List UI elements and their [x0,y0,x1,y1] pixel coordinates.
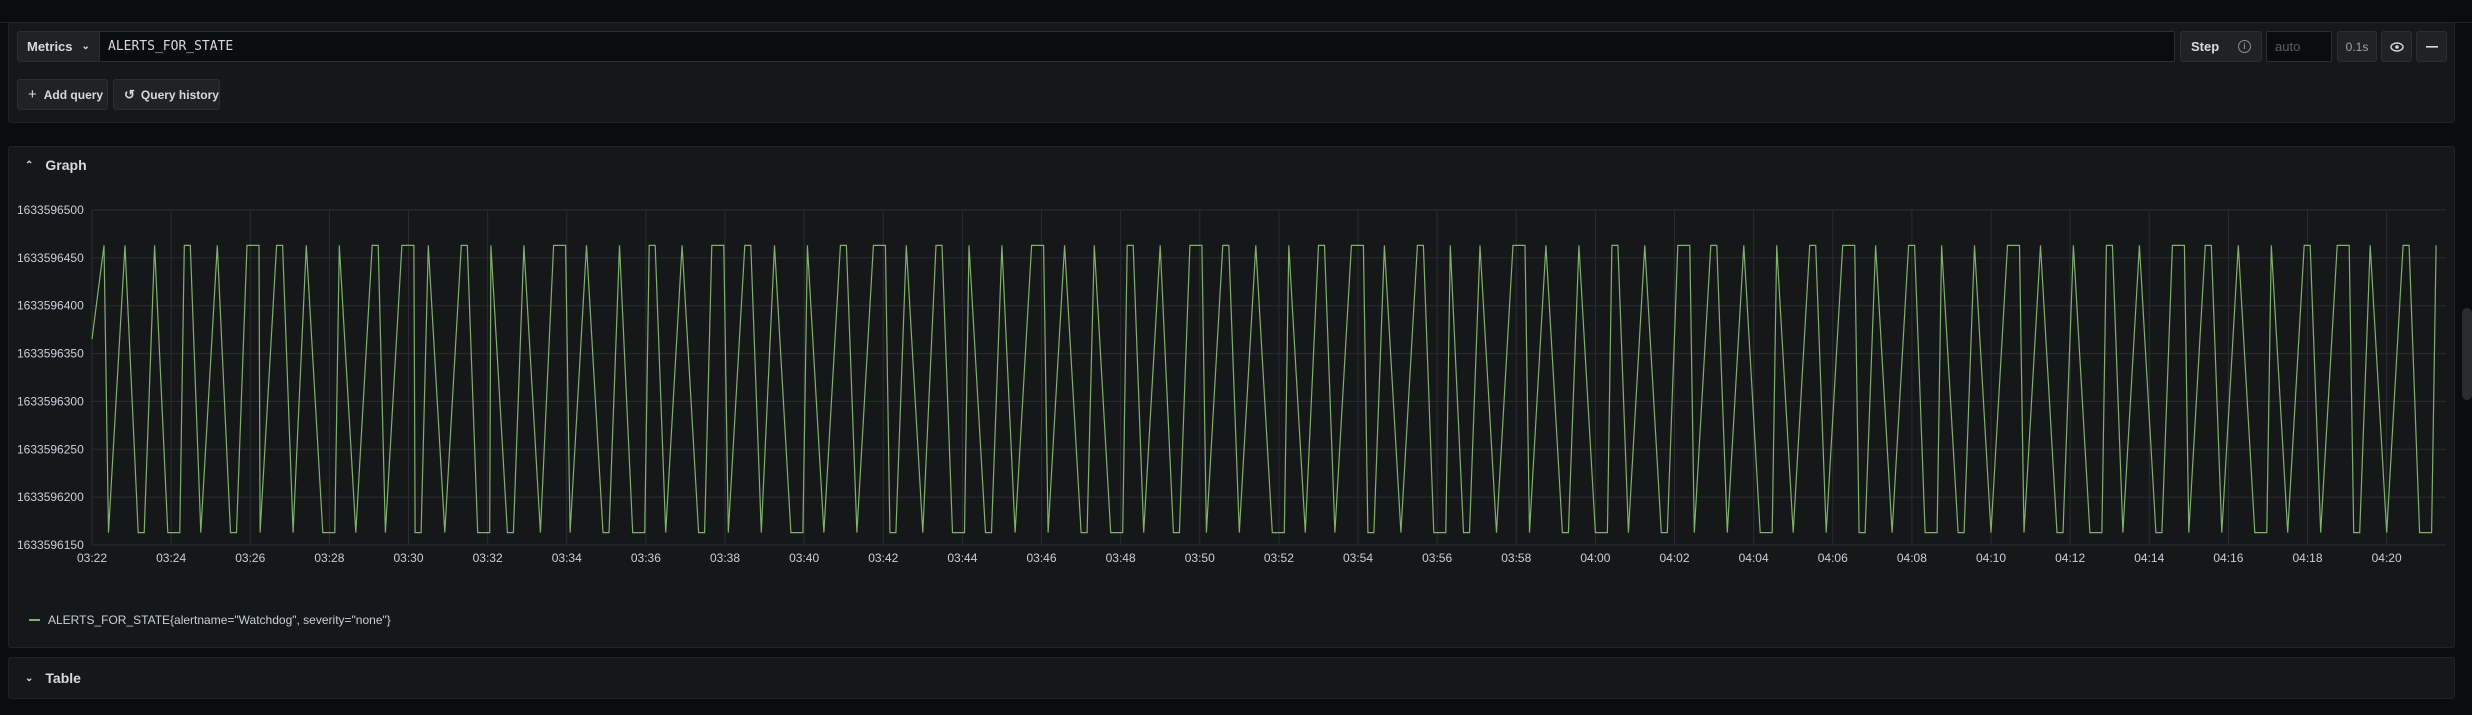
legend-label: ALERTS_FOR_STATE{alertname="Watchdog", s… [48,613,391,627]
x-tick-label: 03:38 [710,551,740,565]
x-tick-label: 04:12 [2055,551,2085,565]
query-input[interactable]: ALERTS_FOR_STATE [99,31,2175,62]
x-tick-label: 04:14 [2134,551,2164,565]
step-label: Step [2191,39,2220,54]
x-tick-label: 03:50 [1185,551,1215,565]
x-tick-label: 04:20 [2372,551,2402,565]
x-tick-label: 03:28 [314,551,344,565]
eye-icon [2389,41,2404,52]
legend-swatch [29,619,40,621]
x-tick-label: 03:54 [1343,551,1373,565]
query-history-button[interactable]: ↺ Query history [113,79,220,110]
x-tick-label: 03:22 [77,551,107,565]
y-tick-label: 1633596500 [17,203,84,217]
y-tick-label: 1633596400 [17,299,84,313]
chevron-down-icon: ⌄ [81,41,90,52]
table-panel: ⌄ Table [8,657,2455,699]
x-tick-label: 03:56 [1422,551,1452,565]
x-tick-label: 03:34 [552,551,582,565]
x-tick-label: 04:00 [1580,551,1610,565]
x-tick-label: 03:44 [947,551,977,565]
x-tick-label: 03:46 [1026,551,1056,565]
y-tick-label: 1633596450 [17,251,84,265]
query-time-badge: 0.1s [2337,31,2377,62]
x-tick-label: 03:40 [789,551,819,565]
x-tick-label: 04:06 [1818,551,1848,565]
x-tick-label: 03:58 [1501,551,1531,565]
x-tick-label: 03:36 [631,551,661,565]
plus-icon: + [28,86,37,103]
remove-query-button[interactable] [2416,31,2447,62]
x-tick-label: 03:26 [235,551,265,565]
x-tick-label: 04:18 [2293,551,2323,565]
step-input[interactable]: auto [2266,31,2332,62]
query-editor-panel: Metrics ⌄ ALERTS_FOR_STATE Step i auto 0… [8,22,2455,123]
y-tick-label: 1633596350 [17,347,84,361]
x-tick-label: 04:02 [1660,551,1690,565]
info-icon[interactable]: i [2238,40,2251,53]
chevron-down-icon: ⌄ [25,672,34,684]
metrics-label: Metrics [27,39,73,54]
x-tick-label: 03:32 [473,551,503,565]
graph-panel: ⌃ Graph 1633596150 1633596200 1633596250 16… [8,146,2455,648]
metrics-dropdown-button[interactable]: Metrics ⌄ [17,31,102,62]
x-tick-label: 03:42 [868,551,898,565]
step-button[interactable]: Step i [2180,31,2262,62]
graph-chart[interactable]: 1633596150 1633596200 1633596250 1633596300… [9,147,2456,607]
table-panel-title: Table [45,670,81,686]
y-tick-label: 1633596250 [17,442,84,456]
x-tick-label: 04:16 [2213,551,2243,565]
series-line[interactable] [91,244,2437,534]
y-tick-label: 1633596150 [17,538,84,552]
query-history-label: Query history [140,87,219,102]
toggle-visibility-button[interactable] [2381,31,2412,62]
x-tick-label: 03:48 [1106,551,1136,565]
x-tick-label: 04:08 [1897,551,1927,565]
x-tick-label: 04:10 [1976,551,2006,565]
x-tick-label: 03:52 [1264,551,1294,565]
x-tick-label: 03:30 [393,551,423,565]
minus-icon [2425,45,2438,48]
graph-legend[interactable]: ALERTS_FOR_STATE{alertname="Watchdog", s… [29,613,391,627]
history-icon: ↺ [124,86,135,102]
x-tick-label: 03:24 [156,551,186,565]
table-panel-header[interactable]: ⌄ Table [25,670,81,686]
y-tick-label: 1633596300 [17,394,84,408]
add-query-button[interactable]: + Add query [17,79,108,110]
x-tick-label: 04:04 [1739,551,1769,565]
y-tick-label: 1633596200 [17,490,84,504]
top-strip [0,0,2472,23]
page-scrollbar-thumb[interactable] [2462,308,2472,400]
add-query-label: Add query [43,87,104,102]
